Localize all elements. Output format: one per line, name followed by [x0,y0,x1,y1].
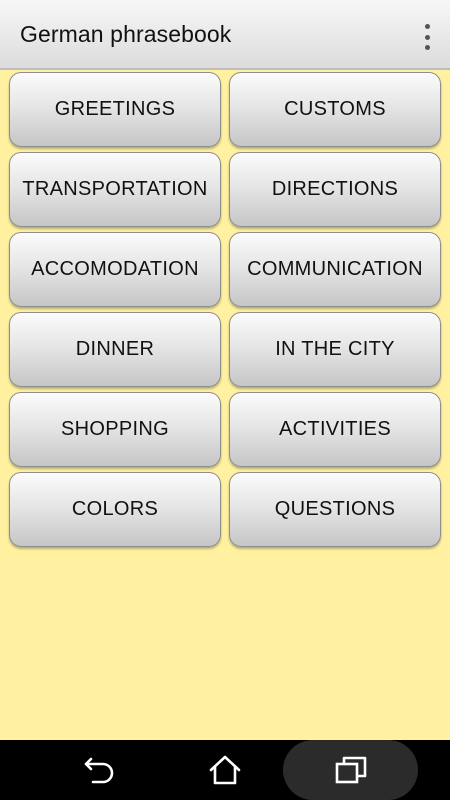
app-title: German phrasebook [20,20,232,47]
home-icon[interactable] [195,740,255,800]
category-button-in-the-city[interactable]: IN THE CITY [229,312,441,387]
category-button-shopping[interactable]: SHOPPING [9,392,221,467]
category-button-colors[interactable]: COLORS [9,472,221,547]
category-button-transportation[interactable]: TRANSPORTATION [9,152,221,227]
category-button-customs[interactable]: CUSTOMS [229,72,441,147]
back-icon[interactable] [70,740,130,800]
more-vert-icon[interactable] [420,24,434,50]
category-button-greetings[interactable]: GREETINGS [9,72,221,147]
overflow-dot [424,34,430,40]
category-button-communication[interactable]: COMMUNICATION [229,232,441,307]
overflow-dot [424,24,430,29]
recents-icon[interactable] [283,740,418,800]
category-button-activities[interactable]: ACTIVITIES [229,392,441,467]
category-button-accomodation[interactable]: ACCOMODATION [9,232,221,307]
overflow-dot [424,45,430,50]
category-button-dinner[interactable]: DINNER [9,312,221,387]
category-grid: GREETINGS CUSTOMS TRANSPORTATION DIRECTI… [9,72,441,547]
category-button-directions[interactable]: DIRECTIONS [229,152,441,227]
category-button-questions[interactable]: QUESTIONS [229,472,441,547]
navigation-bar [0,740,450,800]
screen: German phrasebook GREETINGS CUSTOMS TRAN… [0,0,450,800]
app-bar: German phrasebook [0,0,450,70]
